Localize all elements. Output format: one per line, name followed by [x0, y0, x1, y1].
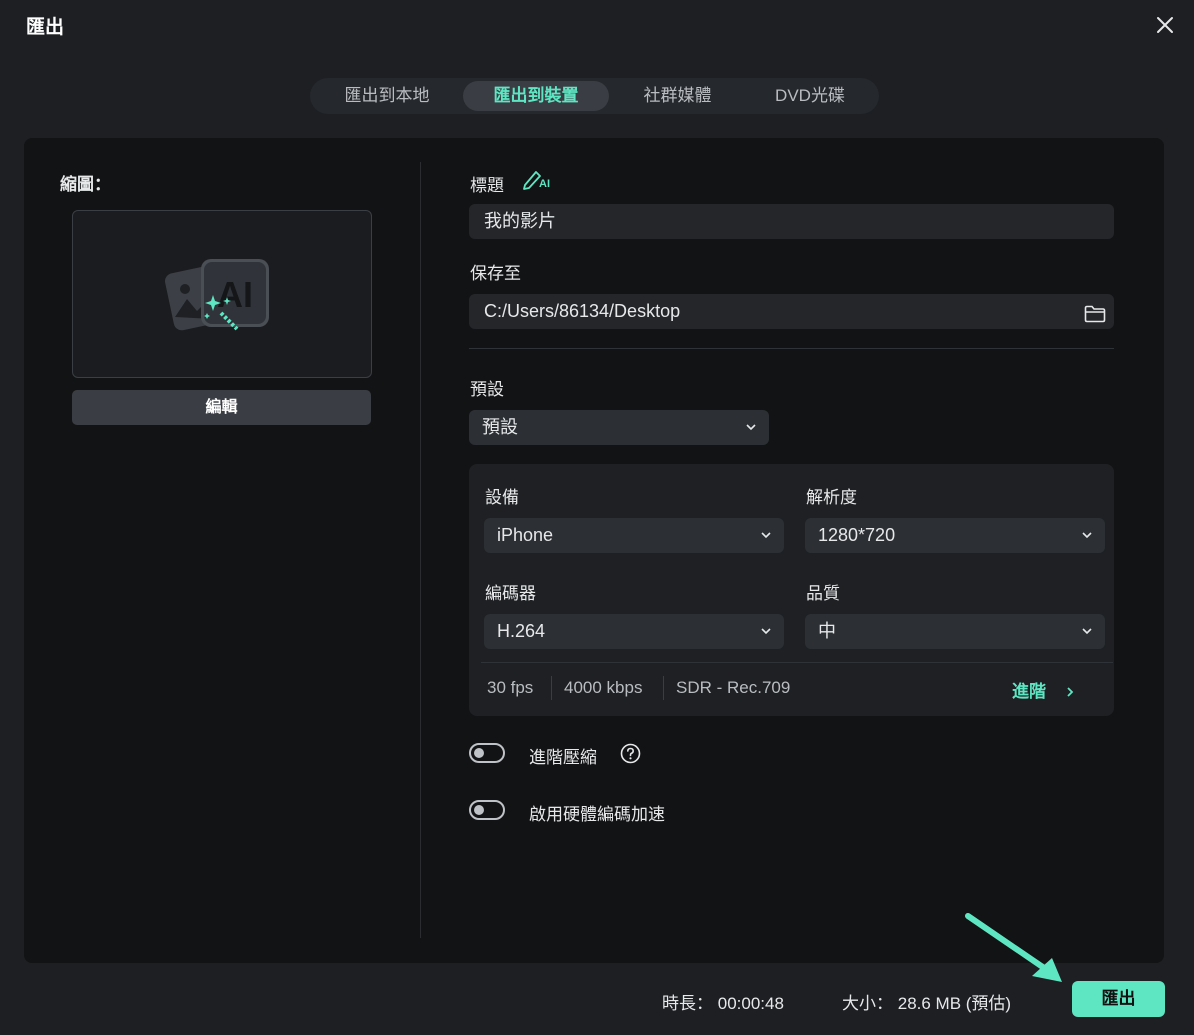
title-label: 標題	[470, 176, 504, 195]
quality-label: 品質	[806, 584, 840, 603]
pointer-arrow-icon	[965, 913, 1062, 982]
chevron-down-icon	[1082, 532, 1092, 539]
help-icon[interactable]	[620, 743, 641, 764]
resolution-select[interactable]: 1280*720	[805, 518, 1105, 553]
device-value: iPhone	[497, 525, 554, 545]
color-space-value: SDR - Rec.709	[676, 678, 791, 697]
advanced-compression-toggle[interactable]	[469, 743, 505, 763]
edit-thumbnail-button[interactable]: 編輯	[72, 390, 371, 425]
folder-icon[interactable]	[1084, 301, 1106, 323]
size-info: 大小： 28.6 MB (預估)	[842, 989, 1011, 1014]
tab-dvd[interactable]: DVD光碟	[750, 81, 870, 111]
thumbnail-label: 縮圖：	[60, 175, 111, 194]
tab-social[interactable]: 社群媒體	[616, 81, 739, 111]
resolution-label: 解析度	[806, 488, 857, 507]
quality-select[interactable]: 中	[805, 614, 1105, 649]
export-button[interactable]: 匯出	[1072, 981, 1165, 1017]
preset-select[interactable]: 預設	[469, 410, 769, 445]
save-path-field[interactable]: C:/Users/86134/Desktop	[469, 294, 1114, 329]
hw-acceleration-toggle[interactable]	[469, 800, 505, 820]
advanced-label: 進階	[1012, 682, 1046, 701]
advanced-compression-label: 進階壓縮	[529, 748, 597, 767]
spec-separator	[551, 676, 552, 700]
size-value: 28.6 MB (預估)	[897, 994, 1012, 1013]
chevron-down-icon	[761, 532, 771, 539]
size-label: 大小：	[842, 994, 893, 1013]
section-divider	[469, 348, 1114, 349]
close-icon[interactable]	[1152, 12, 1178, 38]
thumbnail-preview[interactable]: AI	[72, 210, 372, 378]
svg-text:AI: AI	[539, 178, 550, 190]
device-label: 設備	[485, 488, 519, 507]
fps-value: 30 fps	[487, 678, 534, 697]
chevron-down-icon	[1082, 628, 1092, 635]
specs-divider	[481, 662, 1113, 663]
save-path-value: C:/Users/86134/Desktop	[484, 301, 681, 321]
preset-label: 預設	[470, 380, 504, 399]
quality-value: 中	[818, 621, 836, 641]
resolution-value: 1280*720	[818, 525, 896, 545]
window-title: 匯出	[26, 17, 65, 38]
panel-divider	[420, 162, 421, 938]
ai-icon-text: AI	[217, 274, 253, 315]
bitrate-value: 4000 kbps	[564, 678, 643, 697]
encoder-label: 編碼器	[485, 584, 536, 603]
duration-info: 時長： 00:00:48	[662, 989, 784, 1014]
spec-separator	[663, 676, 664, 700]
ai-image-icon: AI	[165, 259, 269, 331]
duration-label: 時長：	[662, 994, 713, 1013]
hw-acceleration-label: 啟用硬體編碼加速	[529, 805, 665, 824]
save-to-label: 保存至	[470, 264, 521, 283]
duration-value: 00:00:48	[717, 994, 784, 1013]
tab-device[interactable]: 匯出到裝置	[463, 81, 609, 111]
encoder-select[interactable]: H.264	[484, 614, 784, 649]
ai-write-icon[interactable]: AI	[522, 168, 554, 190]
tab-local[interactable]: 匯出到本地	[322, 81, 452, 111]
advanced-link[interactable]: 進階	[1012, 677, 1075, 702]
export-tabs: 匯出到本地 匯出到裝置 社群媒體 DVD光碟	[310, 78, 879, 114]
encoder-value: H.264	[497, 621, 546, 641]
title-input[interactable]: 我的影片	[469, 204, 1114, 239]
chevron-down-icon	[761, 628, 771, 635]
chevron-right-icon	[1067, 687, 1074, 697]
chevron-down-icon	[746, 424, 756, 431]
preset-value: 預設	[482, 417, 518, 437]
device-select[interactable]: iPhone	[484, 518, 784, 553]
